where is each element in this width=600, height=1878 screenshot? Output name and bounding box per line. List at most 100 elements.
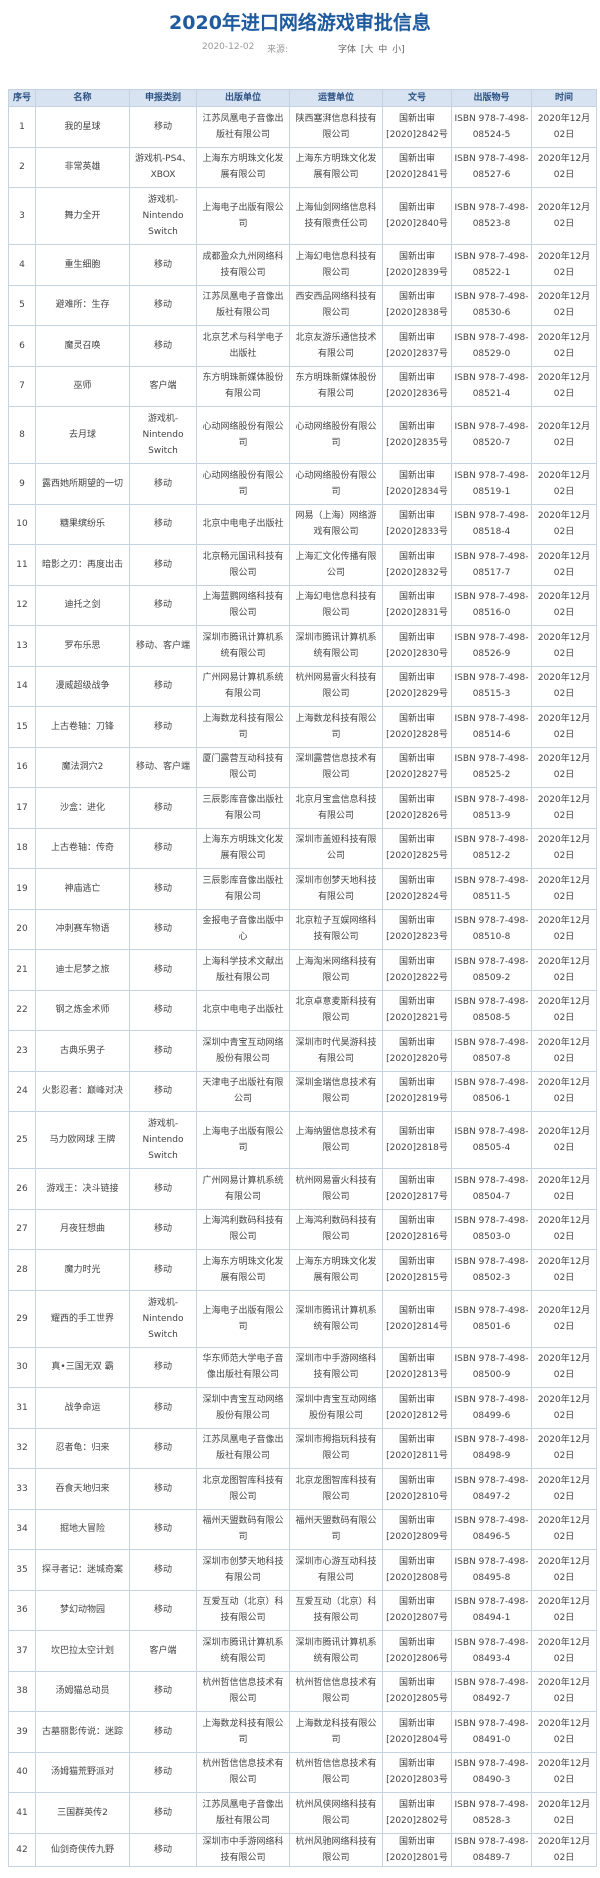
table-row: 27 月夜狂想曲 移动 上海鸿利数码科技有限公司 上海鸿利数码科技有限公司 国新出审[20… — [8, 1208, 597, 1250]
cell-isbn: ISBN 978-7-498-08525-2 — [451, 746, 532, 788]
cell-index: 33 — [8, 1468, 36, 1510]
cell-category: 移动 — [129, 868, 197, 910]
cell-document-number: 国新出审[2020]2836号 — [382, 365, 452, 407]
table-row: 23 古典乐男子 移动 深圳中青宝互动网络股份有限公司 深圳市时代昊游科技有限公司 国新出… — [8, 1030, 597, 1072]
cell-operator: 福州天盟数码有限公司 — [289, 1508, 383, 1550]
cell-name: 钢之炼金术师 — [35, 989, 130, 1031]
cell-publisher: 上海电子出版有限公司 — [196, 1289, 290, 1348]
cell-operator: 北京龙图智库科技有限公司 — [289, 1468, 383, 1510]
cell-category: 移动 — [129, 1711, 197, 1753]
cell-document-number: 国新出审[2020]2816号 — [382, 1208, 452, 1250]
cell-operator: 深圳金瑞信息技术有限公司 — [289, 1070, 383, 1112]
cell-index: 34 — [8, 1508, 36, 1550]
cell-operator: 心动网络股份有限公司 — [289, 406, 383, 464]
cell-name: 上古卷轴：刀锋 — [35, 706, 130, 748]
cell-operator: 杭州网易雷火科技有限公司 — [289, 1168, 383, 1210]
table-row: 39 古墓丽影传说：迷踪 移动 上海数龙科技有限公司 上海数龙科技有限公司 国新出审[20… — [8, 1711, 597, 1753]
cell-isbn: ISBN 978-7-498-08517-7 — [451, 544, 532, 586]
cell-isbn: ISBN 978-7-498-08524-5 — [451, 106, 532, 148]
cell-time: 2020年12月02日 — [531, 1751, 597, 1793]
cell-publisher: 上海科学技术文献出版社有限公司 — [196, 949, 290, 991]
font-size-small-link[interactable]: 小] — [392, 45, 405, 55]
cell-isbn: ISBN 978-7-498-08528-3 — [451, 1792, 532, 1834]
cell-publisher: 杭州哲信信息技术有限公司 — [196, 1751, 290, 1793]
header-index: 序号 — [8, 89, 36, 107]
cell-publisher: 深圳中青宝互动网络股份有限公司 — [196, 1387, 290, 1429]
cell-publisher: 江苏凤凰电子音像出版社有限公司 — [196, 106, 290, 148]
cell-name: 冲刺赛车物语 — [35, 908, 130, 950]
cell-isbn: ISBN 978-7-498-08527-6 — [451, 146, 532, 188]
cell-time: 2020年12月02日 — [531, 827, 597, 869]
cell-document-number: 国新出审[2020]2827号 — [382, 746, 452, 788]
cell-name: 罗布乐思 — [35, 625, 130, 667]
cell-time: 2020年12月02日 — [531, 1168, 597, 1210]
cell-time: 2020年12月02日 — [531, 706, 597, 748]
cell-index: 10 — [8, 503, 36, 545]
cell-index: 40 — [8, 1751, 36, 1793]
cell-time: 2020年12月02日 — [531, 1549, 597, 1591]
cell-isbn: ISBN 978-7-498-08507-8 — [451, 1030, 532, 1072]
table-body: 1 我的星球 移动 江苏凤凰电子音像出版社有限公司 陕西塞湃信息科技有限公司 国新出审[2… — [8, 106, 597, 1867]
cell-document-number: 国新出审[2020]2822号 — [382, 949, 452, 991]
cell-category: 移动 — [129, 1346, 197, 1388]
cell-index: 28 — [8, 1249, 36, 1291]
cell-isbn: ISBN 978-7-498-08499-6 — [451, 1387, 532, 1429]
cell-time: 2020年12月02日 — [531, 868, 597, 910]
cell-index: 31 — [8, 1387, 36, 1429]
cell-category: 移动 — [129, 665, 197, 707]
cell-time: 2020年12月02日 — [531, 406, 597, 464]
cell-document-number: 国新出审[2020]2815号 — [382, 1249, 452, 1291]
cell-index: 6 — [8, 325, 36, 367]
table-row: 30 真•三国无双 霸移动 华东师范大学电子音像出版社有限公司 深圳市中手游网络科技有… — [8, 1346, 597, 1388]
font-size-medium-link[interactable]: 中 — [378, 45, 387, 55]
cell-operator: 深圳露营信息技术有限公司 — [289, 746, 383, 788]
cell-time: 2020年12月02日 — [531, 1670, 597, 1712]
cell-index: 29 — [8, 1289, 36, 1348]
cell-isbn: ISBN 978-7-498-08496-5 — [451, 1508, 532, 1550]
cell-time: 2020年12月02日 — [531, 325, 597, 367]
cell-operator: 杭州哲信信息技术有限公司 — [289, 1670, 383, 1712]
cell-operator: 深圳市时代昊游科技有限公司 — [289, 1030, 383, 1072]
cell-time: 2020年12月02日 — [531, 1387, 597, 1429]
table-row: 31 战争命运 移动 深圳中青宝互动网络股份有限公司 深圳中青宝互动网络股份有限公司 国新… — [8, 1387, 597, 1429]
cell-operator: 深圳市心游互动科技有限公司 — [289, 1549, 383, 1591]
table-row: 2 非常英雄 游戏机-PS4、XBOX 上海东方明珠文化发展有限公司 上海东方明珠文化发… — [8, 146, 597, 188]
cell-name: 巫师 — [35, 365, 130, 407]
header-time: 时间 — [531, 89, 597, 107]
cell-isbn: ISBN 978-7-498-08514-6 — [451, 706, 532, 748]
table-row: 15 上古卷轴：刀锋 移动 上海数龙科技有限公司 上海数龙科技有限公司 国新出审[2020… — [8, 706, 597, 748]
cell-time: 2020年12月02日 — [531, 244, 597, 286]
cell-time: 2020年12月02日 — [531, 1070, 597, 1112]
cell-publisher: 互爱互动（北京）科技有限公司 — [196, 1589, 290, 1631]
cell-category: 移动 — [129, 284, 197, 326]
cell-time: 2020年12月02日 — [531, 463, 597, 505]
header-publisher: 出版单位 — [196, 89, 290, 107]
font-size-large-link[interactable]: [大 — [361, 45, 374, 55]
cell-index: 1 — [8, 106, 36, 148]
table-row: 5 避难所：生存 移动 江苏凤凰电子音像出版社有限公司 西安西品网络科技有限公司 国新出审… — [8, 284, 597, 326]
cell-category: 移动 — [129, 325, 197, 367]
cell-isbn: ISBN 978-7-498-08497-2 — [451, 1468, 532, 1510]
cell-isbn: ISBN 978-7-498-08506-1 — [451, 1070, 532, 1112]
cell-isbn: ISBN 978-7-498-08502-3 — [451, 1249, 532, 1291]
cell-category: 移动、客户端 — [129, 746, 197, 788]
cell-operator: 上海仙剑网络信息科技有限责任公司 — [289, 187, 383, 245]
cell-index: 21 — [8, 949, 36, 991]
cell-publisher: 三辰影库音像出版社有限公司 — [196, 868, 290, 910]
table-row: 7 巫师 客户端 东方明珠新媒体股份有限公司 东方明珠新媒体股份有限公司 国新出审[202… — [8, 365, 597, 407]
cell-category: 移动 — [129, 244, 197, 286]
cell-operator: 心动网络股份有限公司 — [289, 463, 383, 505]
table-header-row: 序号 名称 申报类别 出版单位 运营单位 文号 出版物号 时间 — [8, 89, 597, 107]
cell-time: 2020年12月02日 — [531, 1111, 597, 1169]
header-category: 申报类别 — [129, 89, 197, 107]
cell-index: 5 — [8, 284, 36, 326]
table-row: 41 三国群英传2 移动 江苏凤凰电子音像出版社有限公司 杭州风侠网络科技有限公司 国新出… — [8, 1792, 597, 1834]
cell-index: 7 — [8, 365, 36, 407]
cell-document-number: 国新出审[2020]2830号 — [382, 625, 452, 667]
cell-document-number: 国新出审[2020]2833号 — [382, 503, 452, 545]
cell-publisher: 深圳市中手游网络科技有限公司 — [196, 1832, 290, 1867]
table-row: 20 冲刺赛车物语 移动 金报电子音像出版中心 北京粒子互娱网络科技有限公司 国新出审[2… — [8, 908, 597, 950]
cell-category: 客户端 — [129, 1630, 197, 1672]
cell-category: 移动 — [129, 106, 197, 148]
cell-publisher: 东方明珠新媒体股份有限公司 — [196, 365, 290, 407]
